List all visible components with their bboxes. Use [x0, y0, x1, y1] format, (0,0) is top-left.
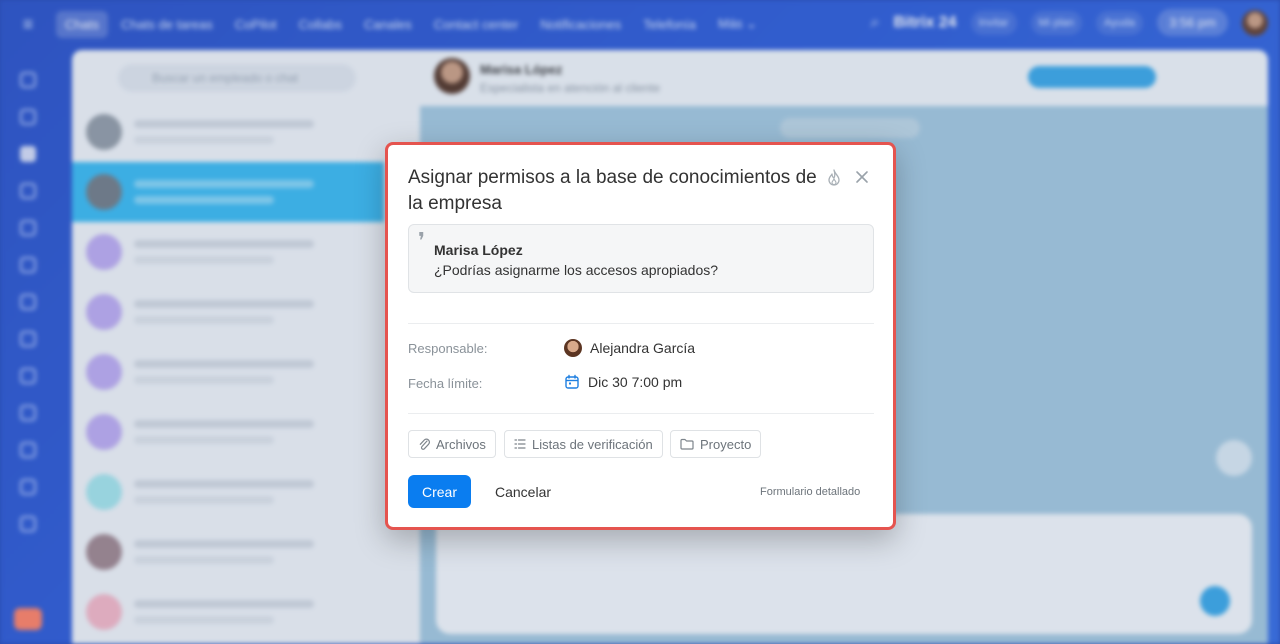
responsible-label: Responsable:	[408, 341, 488, 356]
folder-icon	[680, 438, 694, 450]
paperclip-icon	[419, 438, 430, 450]
flame-icon[interactable]	[826, 169, 842, 187]
divider	[408, 323, 874, 324]
files-chip-label: Archivos	[436, 436, 486, 452]
detailed-form-link[interactable]: Formulario detallado	[760, 486, 860, 498]
project-chip[interactable]: Proyecto	[670, 430, 762, 458]
responsible-name: Alejandra García	[590, 340, 696, 356]
deadline-field[interactable]: Dic 30 7:00 pm	[564, 374, 682, 390]
checklist-icon	[514, 439, 526, 449]
create-task-dialog: Asignar permisos a la base de conocimien…	[385, 142, 896, 530]
calendar-icon	[565, 374, 579, 389]
quote-icon: ❜	[418, 229, 426, 254]
cancel-button[interactable]: Cancelar	[484, 475, 562, 508]
dialog-body: Asignar permisos a la base de conocimien…	[388, 145, 893, 527]
deadline-label: Fecha límite:	[408, 376, 483, 391]
divider	[408, 413, 874, 414]
quoted-message: ❜ Marisa López ¿Podrías asignarme los ac…	[408, 224, 874, 293]
checklists-chip[interactable]: Listas de verificación	[504, 430, 663, 458]
checklists-chip-label: Listas de verificación	[532, 436, 653, 452]
close-icon[interactable]	[854, 169, 870, 185]
deadline-value: Dic 30 7:00 pm	[588, 374, 683, 390]
quote-text: ¿Podrías asignarme los accesos apropiado…	[434, 262, 719, 278]
responsible-field[interactable]: Alejandra García	[564, 339, 695, 357]
dialog-title: Asignar permisos a la base de conocimien…	[408, 167, 817, 214]
create-button[interactable]: Crear	[408, 475, 471, 508]
files-chip[interactable]: Archivos	[408, 430, 496, 458]
responsible-avatar	[564, 339, 582, 357]
project-chip-label: Proyecto	[700, 436, 752, 452]
quote-author: Marisa López	[434, 242, 523, 258]
